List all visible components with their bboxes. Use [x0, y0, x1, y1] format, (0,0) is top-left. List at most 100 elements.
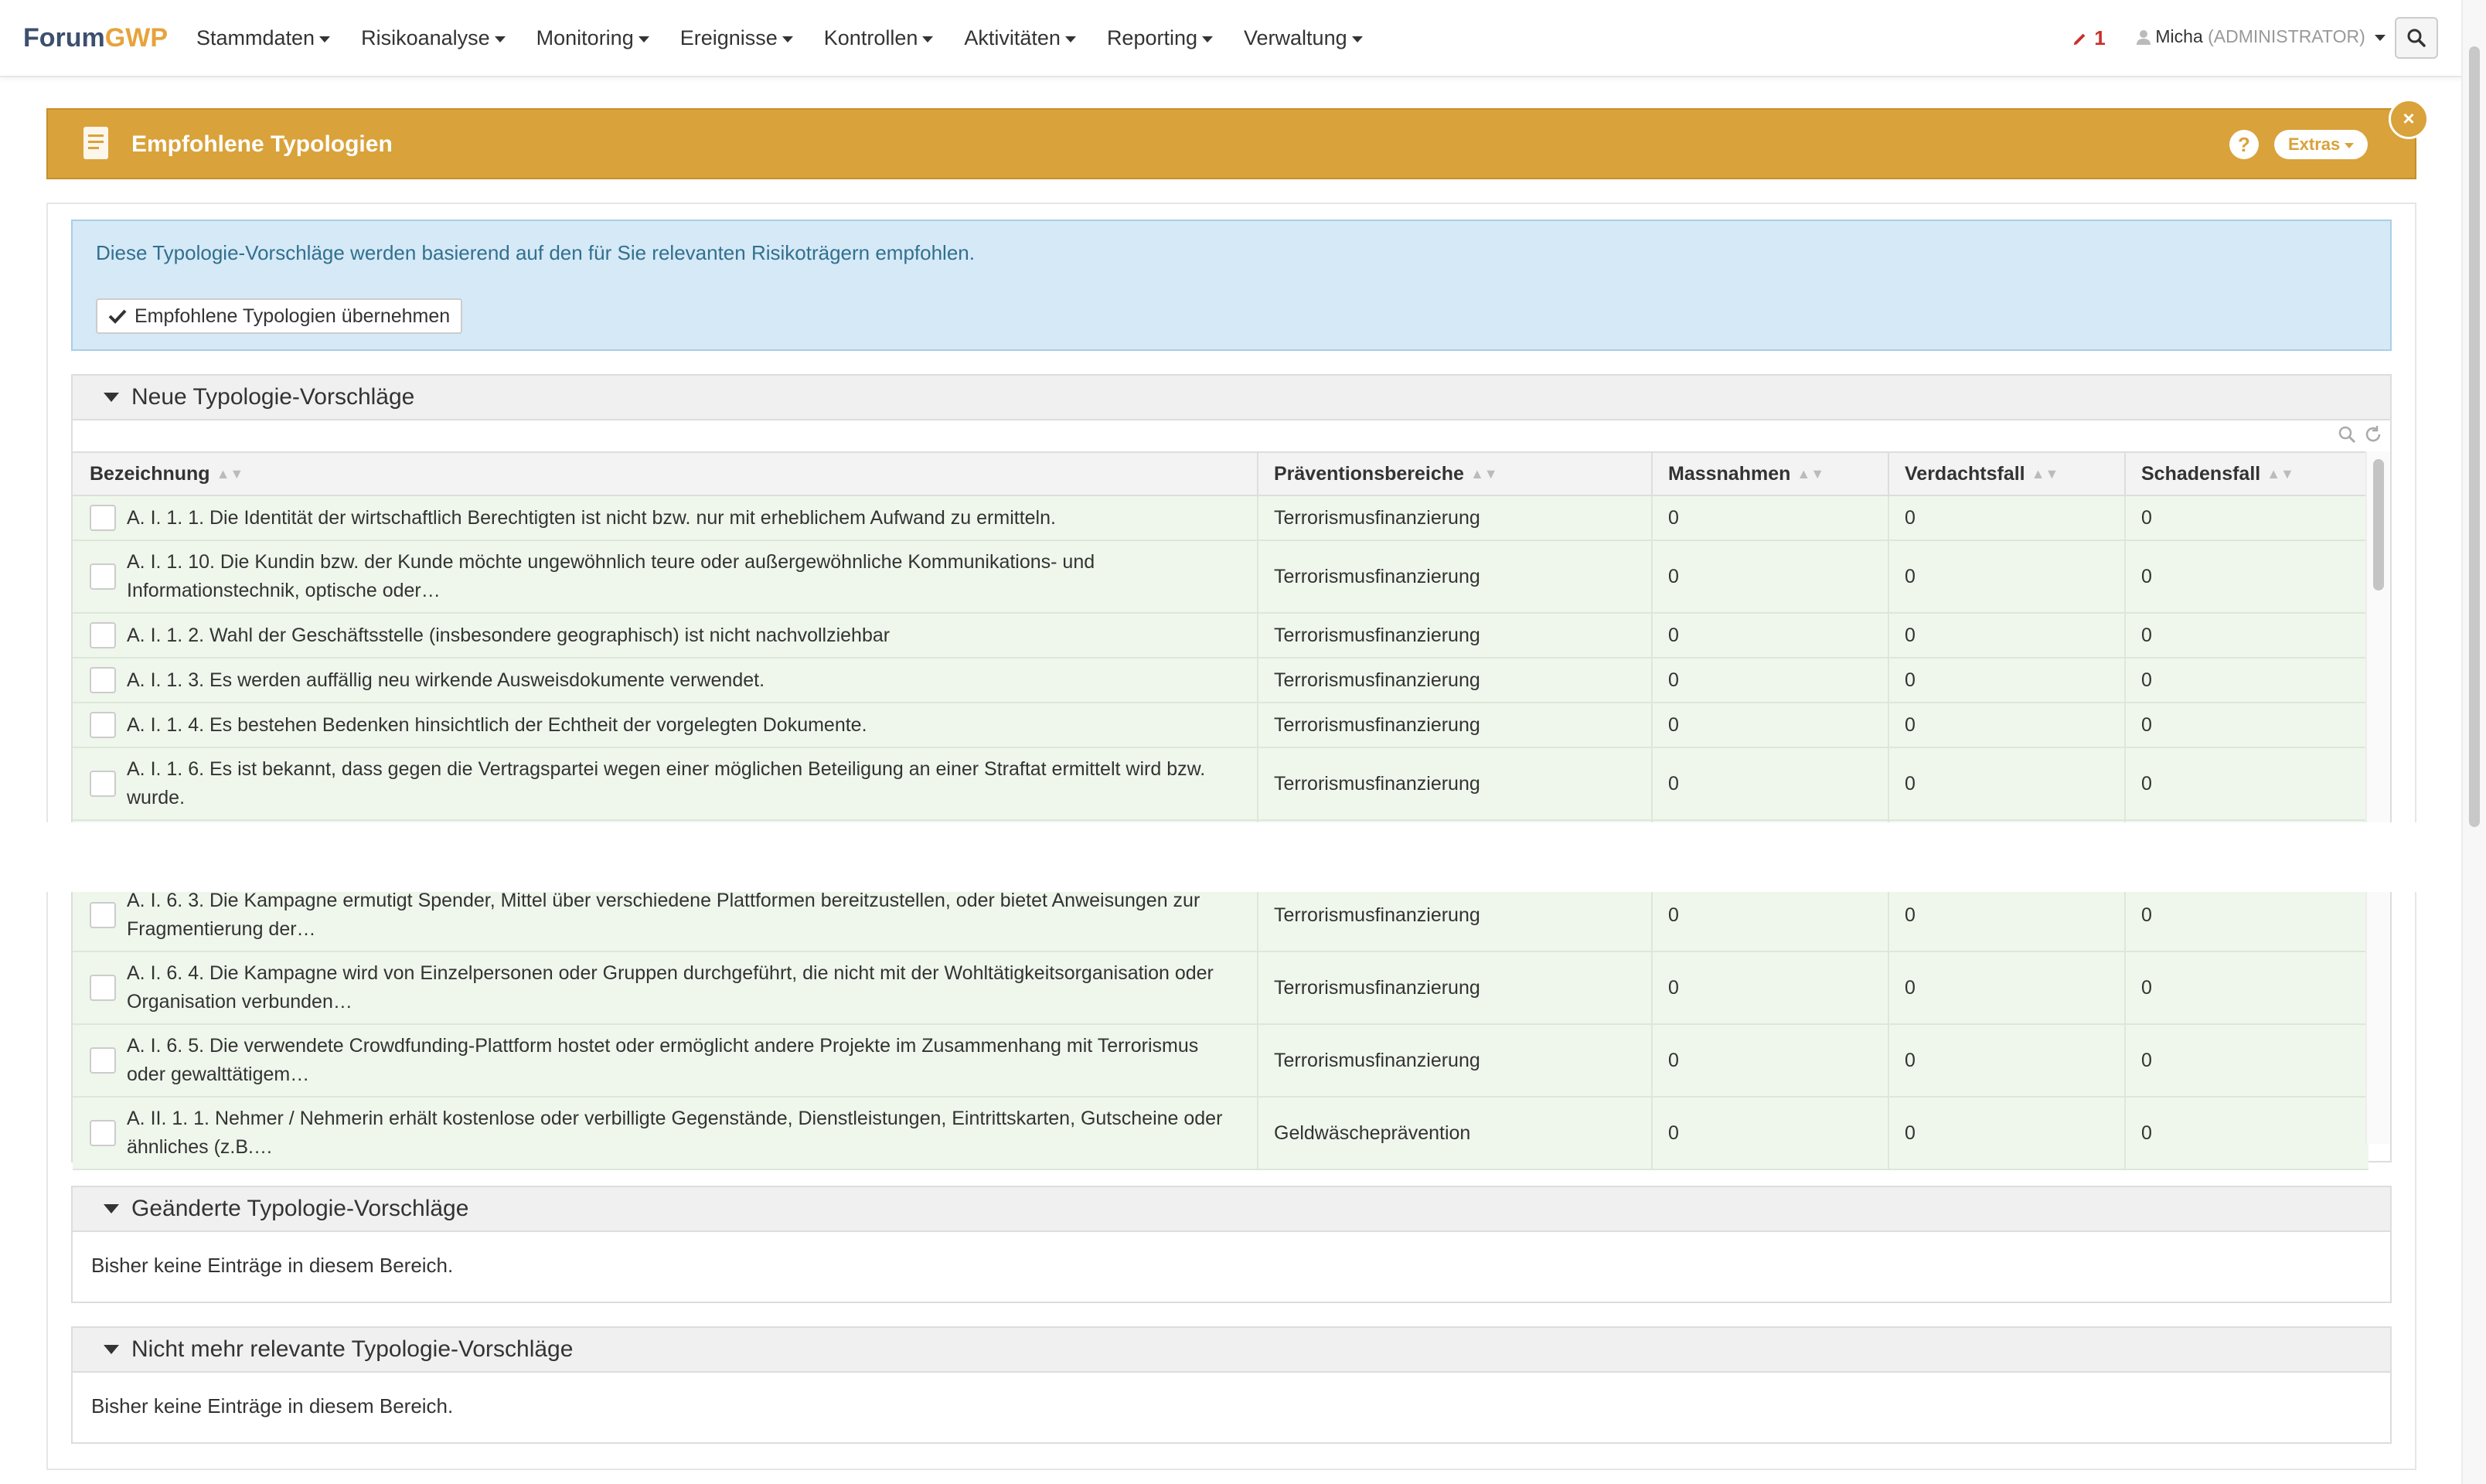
row-checkbox[interactable]	[90, 622, 116, 648]
caret-down-icon	[319, 36, 331, 43]
menu-stammdaten[interactable]: Stammdaten	[196, 26, 331, 50]
row-checkbox[interactable]	[90, 712, 116, 738]
row-name: A. I. 6. 5. Die verwendete Crowdfunding-…	[127, 1035, 1199, 1085]
row-checkbox[interactable]	[90, 505, 116, 531]
row-checkbox[interactable]	[90, 902, 116, 928]
close-button[interactable]: ×	[2389, 99, 2429, 139]
section-header-obsolete[interactable]: Nicht mehr relevante Typologie-Vorschläg…	[73, 1328, 2390, 1373]
row-area: Terrorismusfinanzierung	[1258, 614, 1653, 657]
sort-icon: ▲▼	[216, 465, 244, 482]
row-name-cell: A. I. 1. 2. Wahl der Geschäftsstelle (in…	[73, 614, 1258, 657]
brand-logo[interactable]: ForumGWP	[23, 23, 168, 53]
collapse-arrow-icon	[104, 1204, 119, 1213]
menu-monitoring[interactable]: Monitoring	[536, 26, 649, 50]
menu-kontrollen[interactable]: Kontrollen	[824, 26, 934, 50]
grid-header: Bezeichnung ▲▼ Präventionsbereiche ▲▼ Mass…	[73, 451, 2369, 496]
section-header-changed[interactable]: Geänderte Typologie-Vorschläge	[73, 1187, 2390, 1232]
menu-risikoanalyse[interactable]: Risikoanalyse	[361, 26, 506, 50]
column-header-praeventionsbereiche[interactable]: Präventionsbereiche ▲▼	[1258, 453, 1653, 495]
row-massnahmen: 0	[1653, 1025, 1889, 1096]
accept-recommendations-button[interactable]: Empfohlene Typologien übernehmen	[96, 298, 463, 334]
row-checkbox[interactable]	[90, 667, 116, 693]
row-area: Terrorismusfinanzierung	[1258, 748, 1653, 819]
refresh-icon[interactable]	[2364, 425, 2382, 444]
menu-ereignisse[interactable]: Ereignisse	[680, 26, 793, 50]
table-row[interactable]: A. I. 1. 10. Die Kundin bzw. der Kunde m…	[73, 541, 2369, 614]
caret-down-icon	[1351, 36, 1363, 43]
section-title: Nicht mehr relevante Typologie-Vorschläg…	[131, 1336, 574, 1362]
menu-reporting[interactable]: Reporting	[1107, 26, 1214, 50]
page-scrollbar[interactable]	[2461, 0, 2486, 1484]
row-massnahmen: 0	[1653, 614, 1889, 657]
row-name: A. I. 6. 3. Die Kampagne ermutigt Spende…	[127, 890, 1200, 940]
top-navbar: ForumGWP Stammdaten Risikoanalyse Monito…	[0, 0, 2486, 77]
row-verdachtsfall: 0	[1889, 496, 2126, 539]
row-area: Terrorismusfinanzierung	[1258, 496, 1653, 539]
typology-grid: Bezeichnung ▲▼ Präventionsbereiche ▲▼ Mass…	[73, 451, 2369, 1170]
column-label: Massnahmen	[1668, 462, 1791, 485]
row-name: A. I. 1. 3. Es werden auffällig neu wirk…	[127, 669, 765, 691]
row-checkbox[interactable]	[90, 975, 116, 1001]
sort-icon: ▲▼	[2031, 465, 2059, 482]
row-name-cell: A. I. 1. 4. Es bestehen Bedenken hinsich…	[73, 703, 1258, 747]
table-row[interactable]: A. I. 1. 6. Es ist bekannt, dass gegen d…	[73, 748, 2369, 821]
menu-label: Ereignisse	[679, 26, 778, 49]
section-title: Geänderte Typologie-Vorschläge	[131, 1196, 469, 1221]
row-name-cell: A. I. 1. 6. Es ist bekannt, dass gegen d…	[73, 748, 1258, 819]
caret-down-icon	[638, 36, 649, 43]
row-checkbox[interactable]	[90, 1120, 116, 1146]
row-name-cell: A. I. 1. 3. Es werden auffällig neu wirk…	[73, 659, 1258, 702]
sort-icon: ▲▼	[2266, 465, 2294, 482]
row-area: Terrorismusfinanzierung	[1258, 541, 1653, 612]
accept-button-label: Empfohlene Typologien übernehmen	[135, 305, 451, 327]
empty-message: Bisher keine Einträge in diesem Bereich.	[91, 1254, 454, 1277]
page-scrollbar-thumb[interactable]	[2469, 46, 2480, 827]
info-alert: Diese Typologie-Vorschläge werden basier…	[71, 220, 2392, 351]
sort-icon: ▲▼	[1469, 465, 1498, 482]
help-button[interactable]: ?	[2229, 130, 2259, 159]
grid-toolbar	[73, 420, 2390, 451]
brand-part1: Forum	[23, 23, 105, 53]
table-row[interactable]: A. I. 6. 5. Die verwendete Crowdfunding-…	[73, 1025, 2369, 1098]
table-row[interactable]: A. I. 1. 1. Die Identität der wirtschaft…	[73, 496, 2369, 541]
menu-verwaltung[interactable]: Verwaltung	[1244, 26, 1363, 50]
column-header-bezeichnung[interactable]: Bezeichnung ▲▼	[73, 453, 1258, 495]
row-schadensfall: 0	[2141, 669, 2152, 691]
row-verdachtsfall: 0	[1889, 1098, 2126, 1169]
menu-label: Aktivitäten	[964, 26, 1061, 49]
menu-aktivitaeten[interactable]: Aktivitäten	[964, 26, 1076, 50]
menu-label: Stammdaten	[196, 26, 315, 49]
menu-label: Kontrollen	[823, 26, 918, 49]
collapse-arrow-icon	[104, 1345, 119, 1354]
row-verdachtsfall: 0	[1889, 1025, 2126, 1096]
extras-dropdown[interactable]: Extras	[2274, 130, 2369, 159]
table-row[interactable]: A. I. 1. 3. Es werden auffällig neu wirk…	[73, 659, 2369, 703]
table-row[interactable]: A. I. 1. 2. Wahl der Geschäftsstelle (in…	[73, 614, 2369, 659]
user-name: Micha	[2155, 26, 2203, 46]
row-schadensfall: 0	[2141, 976, 2152, 999]
grid-scrollbar[interactable]	[2365, 451, 2390, 1144]
user-role: (ADMINISTRATOR)	[2208, 26, 2365, 46]
table-row[interactable]: A. I. 6. 4. Die Kampagne wird von Einzel…	[73, 952, 2369, 1025]
empty-message: Bisher keine Einträge in diesem Bereich.	[91, 1394, 454, 1418]
table-row[interactable]: A. I. 1. 4. Es bestehen Bedenken hinsich…	[73, 703, 2369, 748]
search-button[interactable]	[2395, 17, 2438, 59]
column-header-massnahmen[interactable]: Massnahmen ▲▼	[1653, 453, 1889, 495]
row-schadensfall: 0	[2141, 624, 2152, 646]
section-header-new[interactable]: Neue Typologie-Vorschläge	[73, 376, 2390, 420]
column-header-verdachtsfall[interactable]: Verdachtsfall ▲▼	[1889, 453, 2126, 495]
search-icon[interactable]	[2338, 425, 2356, 444]
pencil-icon	[2073, 33, 2086, 46]
row-checkbox[interactable]	[90, 771, 116, 797]
caret-down-icon	[922, 36, 934, 43]
row-verdachtsfall: 0	[1889, 703, 2126, 747]
table-row[interactable]: A. II. 1. 1. Nehmer / Nehmerin erhält ko…	[73, 1098, 2369, 1170]
row-checkbox[interactable]	[90, 563, 116, 590]
row-massnahmen: 0	[1653, 952, 1889, 1023]
notification-link[interactable]: 1	[2072, 26, 2106, 50]
user-menu[interactable]: Micha (ADMINISTRATOR)	[2137, 26, 2386, 47]
column-header-schadensfall[interactable]: Schadensfall ▲▼	[2126, 453, 2369, 495]
scrollbar-thumb[interactable]	[2373, 459, 2384, 591]
row-checkbox[interactable]	[90, 1047, 116, 1074]
section-obsolete-suggestions: Nicht mehr relevante Typologie-Vorschläg…	[71, 1326, 2392, 1444]
